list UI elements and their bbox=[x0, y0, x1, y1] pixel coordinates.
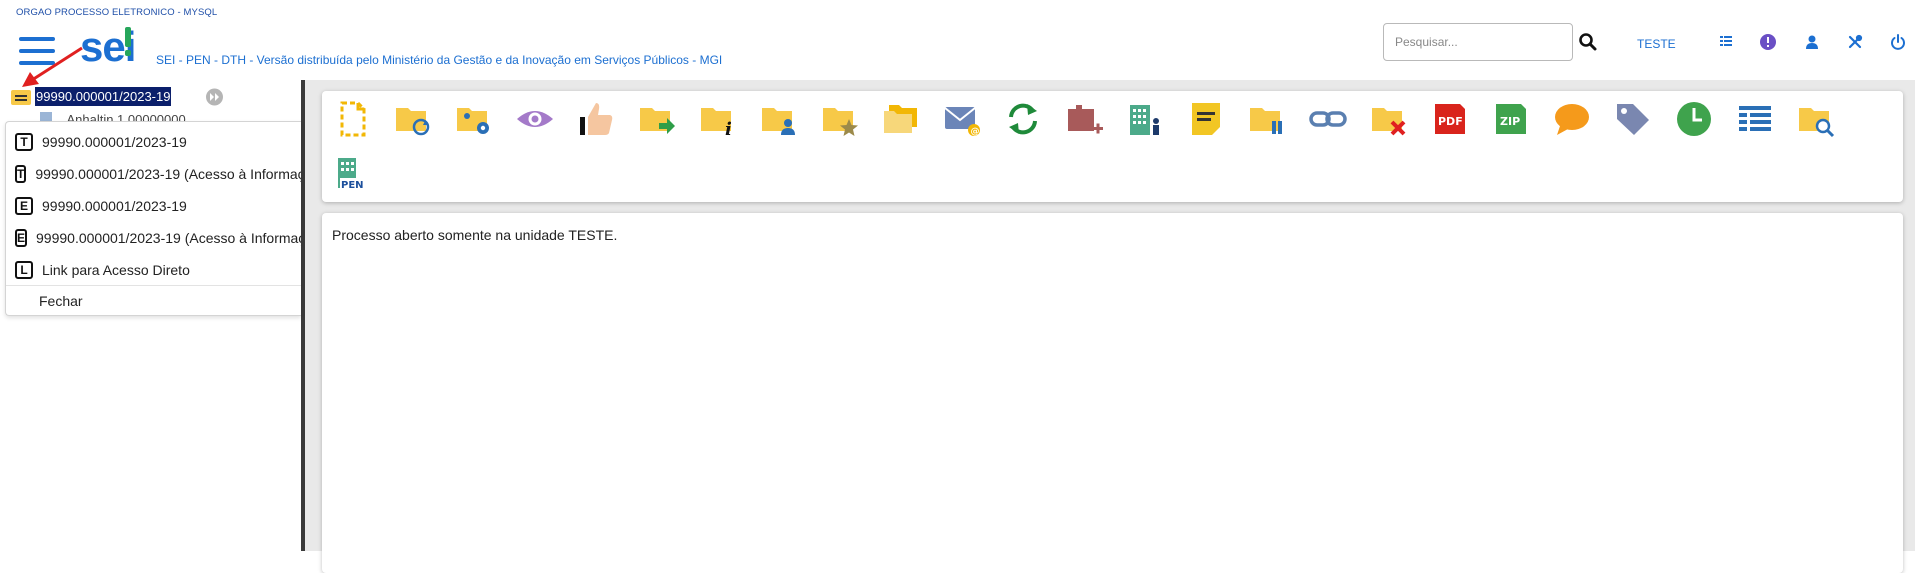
menu-item-label: 99990.000001/2023-19 (Acesso à Informaçã… bbox=[35, 166, 301, 182]
menu-close-label: Fechar bbox=[39, 293, 83, 309]
clock-icon[interactable] bbox=[1673, 98, 1715, 140]
folder-sync-icon[interactable] bbox=[392, 98, 434, 140]
user-icon[interactable] bbox=[1803, 33, 1821, 51]
context-menu: T 99990.000001/2023-19 T 99990.000001/20… bbox=[5, 121, 301, 316]
building-user-icon[interactable] bbox=[1124, 98, 1166, 140]
process-folder-icon[interactable] bbox=[10, 87, 32, 107]
folder-info-icon[interactable]: i bbox=[697, 98, 739, 140]
process-status-message: Processo aberto somente na unidade TESTE… bbox=[332, 227, 618, 243]
comment-icon[interactable] bbox=[1551, 98, 1593, 140]
power-icon[interactable] bbox=[1889, 33, 1907, 51]
tag-icon[interactable] bbox=[1612, 98, 1654, 140]
org-name: ORGAO PROCESSO ELETRONICO - MYSQL bbox=[16, 7, 218, 18]
menu-item-label: 99990.000001/2023-19 bbox=[42, 134, 187, 150]
folder-star-icon[interactable] bbox=[819, 98, 861, 140]
folder-close-icon[interactable] bbox=[1368, 98, 1410, 140]
folder-user-icon[interactable] bbox=[758, 98, 800, 140]
new-document-icon[interactable] bbox=[331, 98, 373, 140]
folder-send-icon[interactable] bbox=[636, 98, 678, 140]
menu-key-t: T bbox=[15, 133, 33, 151]
alert-icon[interactable] bbox=[1759, 33, 1777, 51]
menu-item-close[interactable]: Fechar bbox=[6, 286, 301, 315]
search-input[interactable] bbox=[1383, 23, 1573, 61]
search-icon[interactable] bbox=[1578, 32, 1598, 52]
thumbs-up-icon[interactable] bbox=[575, 98, 617, 140]
grid-list-icon[interactable] bbox=[1717, 33, 1735, 51]
header: ORGAO PROCESSO ELETRONICO - MYSQL sei SE… bbox=[0, 0, 1915, 80]
eye-icon[interactable] bbox=[514, 98, 556, 140]
annotation-arrow bbox=[22, 46, 83, 87]
menu-item-label: 99990.000001/2023-19 (Acesso à Informaçã… bbox=[36, 230, 301, 246]
add-block-icon[interactable] bbox=[1063, 98, 1105, 140]
folder-pause-icon[interactable] bbox=[1246, 98, 1288, 140]
menu-item-label: 99990.000001/2023-19 bbox=[42, 198, 187, 214]
system-title: SEI - PEN - DTH - Versão distribuída pel… bbox=[156, 53, 723, 67]
refresh-icon[interactable] bbox=[1002, 98, 1044, 140]
note-icon[interactable] bbox=[1185, 98, 1227, 140]
menu-item-tree-text-access[interactable]: T 99990.000001/2023-19 (Acesso à Informa… bbox=[6, 159, 301, 189]
tools-icon[interactable] bbox=[1846, 33, 1864, 51]
folder-search-icon[interactable] bbox=[1795, 98, 1837, 140]
menu-key-l: L bbox=[15, 261, 33, 279]
menu-item-tree-text[interactable]: T 99990.000001/2023-19 bbox=[6, 127, 301, 157]
folders-icon[interactable] bbox=[880, 98, 922, 140]
email-icon[interactable]: @ bbox=[941, 98, 983, 140]
link-icon[interactable] bbox=[1307, 98, 1349, 140]
logo-exclamation bbox=[125, 27, 132, 56]
menu-key-e: E bbox=[15, 229, 28, 247]
folder-settings-icon[interactable] bbox=[453, 98, 495, 140]
pdf-icon[interactable]: PDF bbox=[1429, 98, 1471, 140]
zip-label: ZIP bbox=[1500, 115, 1520, 128]
content-area: Processo aberto somente na unidade TESTE… bbox=[322, 213, 1903, 573]
menu-item-editor[interactable]: E 99990.000001/2023-19 bbox=[6, 191, 301, 221]
menu-key-t: T bbox=[15, 165, 27, 183]
process-toolbar: i @ PDF ZIP PEN bbox=[322, 91, 1903, 202]
zip-icon[interactable]: ZIP bbox=[1490, 98, 1532, 140]
pen-building-icon[interactable]: PEN bbox=[331, 153, 373, 195]
unit-link[interactable]: TESTE bbox=[1637, 37, 1676, 51]
pen-label: PEN bbox=[341, 180, 364, 191]
svg-text:@: @ bbox=[971, 127, 980, 137]
svg-text:i: i bbox=[725, 119, 732, 139]
menu-item-editor-access[interactable]: E 99990.000001/2023-19 (Acesso à Informa… bbox=[6, 223, 301, 253]
pdf-label: PDF bbox=[1438, 115, 1463, 128]
expand-all-icon[interactable] bbox=[204, 88, 225, 106]
list-icon[interactable] bbox=[1734, 98, 1776, 140]
menu-item-direct-link[interactable]: L Link para Acesso Direto bbox=[6, 255, 301, 285]
menu-item-label: Link para Acesso Direto bbox=[42, 262, 190, 278]
menu-key-e: E bbox=[15, 197, 33, 215]
